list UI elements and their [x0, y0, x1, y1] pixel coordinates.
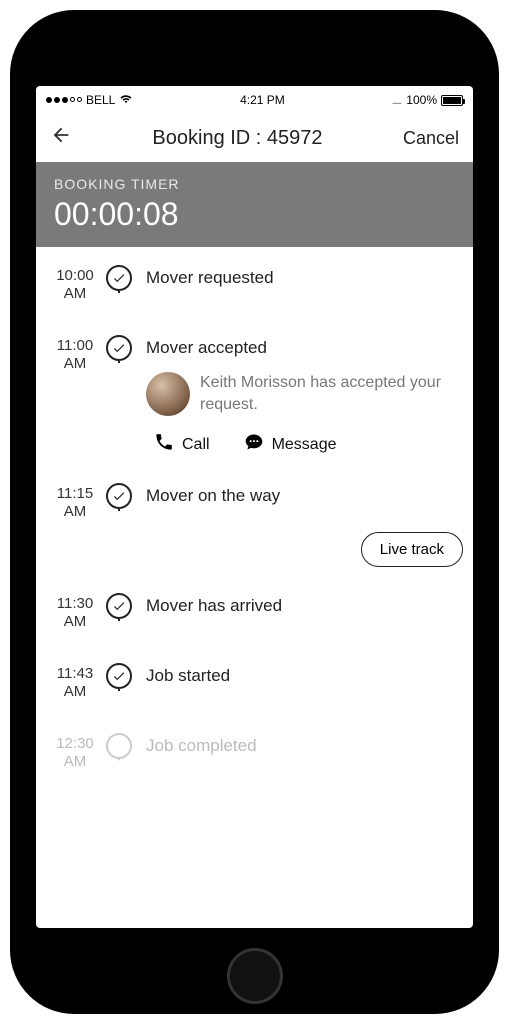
step-node-icon: [106, 593, 132, 619]
message-icon: [244, 432, 264, 457]
step-time: 11:43 AM: [46, 663, 104, 701]
battery-icon: [441, 95, 463, 106]
timeline-step: 11:00 AM Mover accepted Keith Moriss: [46, 335, 463, 483]
step-title: Mover on the way: [146, 486, 463, 506]
step-time: 12:30 AM: [46, 733, 104, 771]
cancel-button[interactable]: Cancel: [403, 128, 459, 149]
timeline-step: 11:15 AM Mover on the way Live track: [46, 483, 463, 593]
step-title: Job started: [146, 666, 463, 686]
message-label: Message: [272, 436, 337, 454]
timer-banner: BOOKING TIMER 00:00:08: [36, 162, 473, 247]
signal-dots-icon: [46, 97, 82, 103]
status-bar: BELL 4:21 PM ⚊ 100%: [36, 86, 473, 114]
step-node-icon: [106, 265, 132, 291]
phone-bezel: BELL 4:21 PM ⚊ 100% Booking ID : 45972: [26, 26, 483, 998]
clock: 4:21 PM: [240, 93, 285, 107]
nav-bar: Booking ID : 45972 Cancel: [36, 114, 473, 162]
timeline-step: 12:30 AM Job completed: [46, 733, 463, 811]
phone-icon: [154, 432, 174, 457]
wifi-icon: [119, 93, 133, 107]
step-node-icon: [106, 483, 132, 509]
timer-label: BOOKING TIMER: [54, 176, 455, 192]
status-left: BELL: [46, 93, 133, 107]
avatar: [146, 372, 190, 416]
step-time: 11:15 AM: [46, 483, 104, 521]
call-label: Call: [182, 436, 210, 454]
step-time: 11:00 AM: [46, 335, 104, 373]
step-title: Job completed: [146, 736, 463, 756]
phone-frame: BELL 4:21 PM ⚊ 100% Booking ID : 45972: [10, 10, 499, 1014]
page-title: Booking ID : 45972: [152, 127, 322, 150]
step-title: Mover accepted: [146, 338, 463, 358]
mover-detail: Keith Morisson has accepted your request…: [146, 372, 463, 416]
home-button[interactable]: [227, 948, 283, 1004]
timeline-step: 10:00 AM Mover requested: [46, 265, 463, 335]
status-right: ⚊ 100%: [392, 93, 463, 107]
message-button[interactable]: Message: [244, 432, 337, 457]
timeline: 10:00 AM Mover requested: [36, 247, 473, 928]
timer-value: 00:00:08: [54, 196, 455, 233]
step-title: Mover requested: [146, 268, 463, 288]
step-title: Mover has arrived: [146, 596, 463, 616]
live-track-button[interactable]: Live track: [361, 532, 463, 567]
screen: BELL 4:21 PM ⚊ 100% Booking ID : 45972: [36, 86, 473, 928]
mover-detail-text: Keith Morisson has accepted your request…: [200, 372, 463, 415]
call-button[interactable]: Call: [154, 432, 210, 457]
timeline-step: 11:30 AM Mover has arrived: [46, 593, 463, 663]
step-time: 10:00 AM: [46, 265, 104, 303]
step-time: 11:30 AM: [46, 593, 104, 631]
step-node-icon: [106, 733, 132, 759]
step-node-icon: [106, 663, 132, 689]
back-button[interactable]: [50, 124, 72, 152]
carrier-label: BELL: [86, 93, 115, 107]
timeline-step: 11:43 AM Job started: [46, 663, 463, 733]
battery-pct: 100%: [406, 93, 437, 107]
step-node-icon: [106, 335, 132, 361]
bluetooth-icon: ⚊: [392, 93, 403, 107]
